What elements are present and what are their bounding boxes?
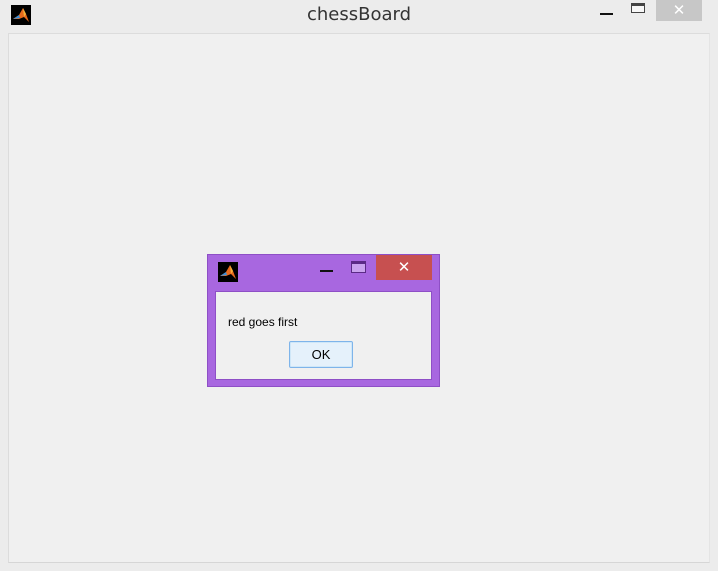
close-button[interactable]: ✕ [656,0,702,21]
dialog-body: red goes first OK [215,291,432,380]
dialog-close-button[interactable]: ✕ [376,255,432,280]
dialog-message: red goes first [228,315,298,329]
matlab-icon [218,262,238,282]
close-icon: ✕ [397,258,411,276]
ok-button[interactable]: OK [289,341,353,368]
maximize-button[interactable] [626,0,652,21]
minimize-icon [600,13,613,15]
dialog-minimize-button[interactable] [320,270,333,272]
maximize-icon [631,3,645,13]
main-titlebar[interactable]: chessBoard ✕ [0,0,718,32]
close-icon: ✕ [672,1,686,19]
dialog-maximize-button[interactable] [351,261,366,273]
minimize-button[interactable] [594,0,620,21]
message-dialog[interactable]: ✕ red goes first OK [207,254,440,387]
